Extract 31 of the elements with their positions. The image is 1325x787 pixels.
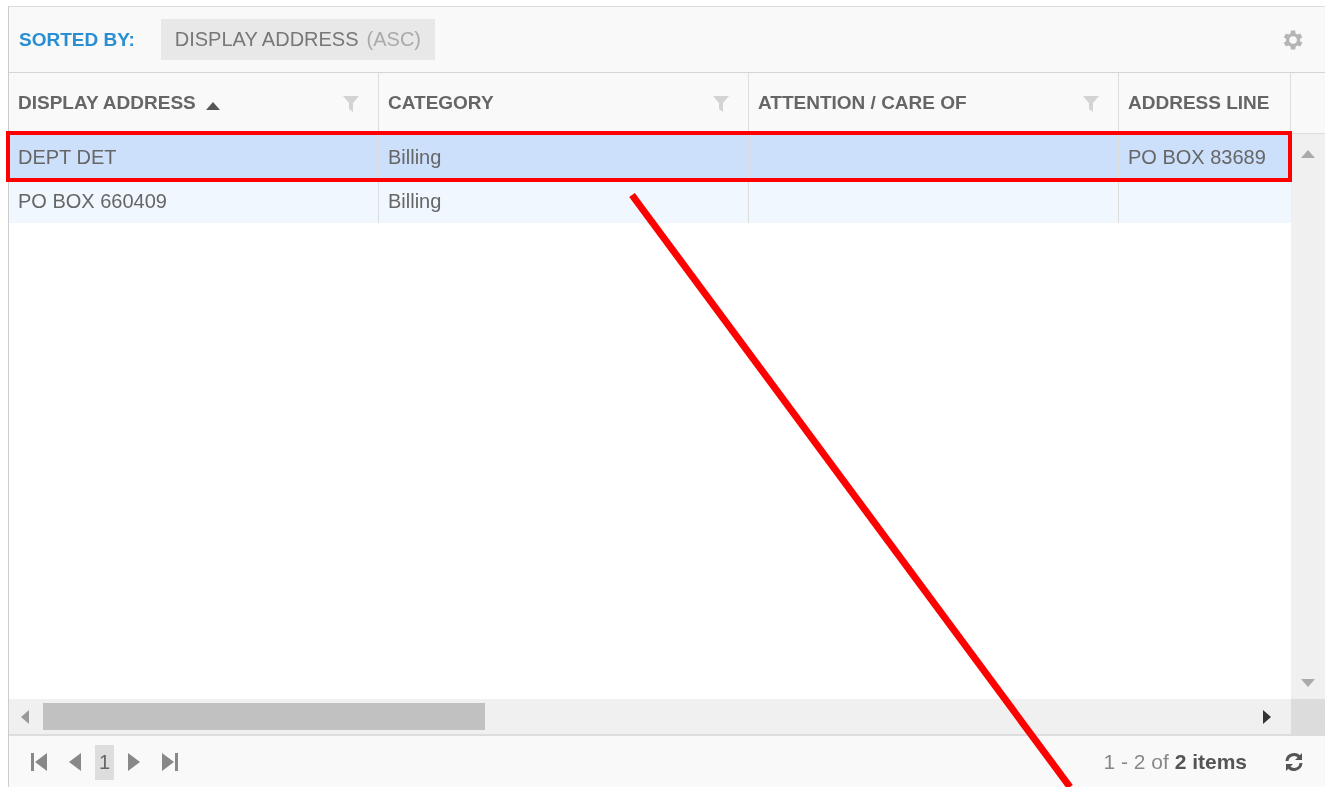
- table-cell: PO BOX 660409: [18, 190, 167, 213]
- scroll-down-icon[interactable]: [1301, 679, 1315, 687]
- refresh-icon[interactable]: [1283, 751, 1305, 773]
- horizontal-scrollbar[interactable]: [9, 699, 1291, 734]
- table-row[interactable]: PO BOX 660409 Billing: [9, 180, 1291, 223]
- table-cell: DEPT DET: [18, 145, 117, 169]
- first-page-icon[interactable]: [31, 753, 47, 771]
- scroll-left-icon[interactable]: [21, 709, 29, 724]
- filter-icon[interactable]: [342, 95, 360, 113]
- scrollbar-thumb[interactable]: [43, 703, 485, 730]
- items-summary: 1 - 2 of 2 items: [1103, 750, 1247, 774]
- column-header[interactable]: ATTENTION / CARE OF: [749, 73, 1119, 133]
- filter-icon[interactable]: [712, 95, 730, 113]
- column-header[interactable]: CATEGORY: [379, 73, 749, 133]
- table-cell: Billing: [388, 145, 442, 169]
- vertical-scrollbar[interactable]: [1291, 134, 1325, 699]
- column-header[interactable]: ADDRESS LINE: [1119, 73, 1291, 133]
- scroll-right-icon[interactable]: [1263, 709, 1271, 724]
- column-header[interactable]: DISPLAY ADDRESS: [9, 73, 379, 133]
- sorted-by-label: SORTED BY:: [19, 28, 135, 51]
- next-page-icon[interactable]: [128, 753, 141, 771]
- sort-chip[interactable]: DISPLAY ADDRESS (ASC): [160, 19, 435, 60]
- page-number[interactable]: 1: [95, 744, 115, 780]
- table-cell: Billing: [388, 190, 442, 213]
- previous-page-icon[interactable]: [69, 753, 81, 771]
- filter-icon[interactable]: [1082, 95, 1100, 113]
- sort-ascending-icon: [205, 102, 220, 110]
- last-page-icon[interactable]: [162, 753, 179, 771]
- table-cell: PO BOX 83689: [1128, 145, 1266, 169]
- table-row[interactable]: DEPT DET Billing PO BOX 83689: [9, 134, 1291, 180]
- scroll-up-icon[interactable]: [1301, 150, 1315, 158]
